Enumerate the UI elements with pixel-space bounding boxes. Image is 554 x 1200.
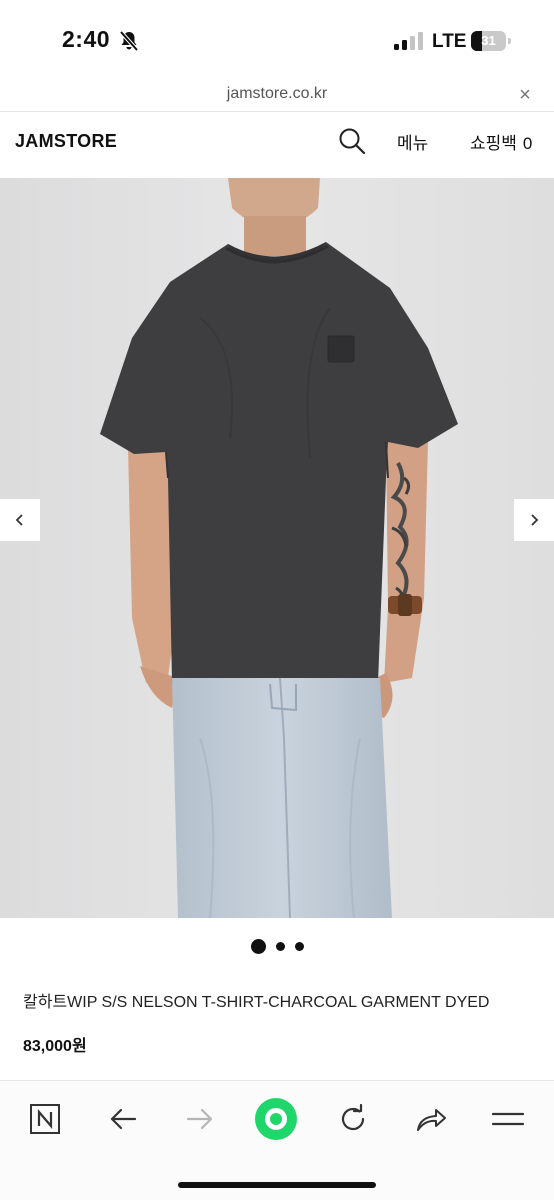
- green-home-icon: [255, 1098, 297, 1140]
- site-logo[interactable]: JAMSTORE: [15, 131, 117, 152]
- product-price: 83,000원: [23, 1038, 87, 1055]
- forward-arrow-icon: [186, 1108, 213, 1130]
- back-button[interactable]: [101, 1097, 145, 1141]
- naver-icon: [30, 1104, 60, 1134]
- menu-toolbar-button[interactable]: [486, 1097, 530, 1141]
- search-icon[interactable]: [337, 126, 367, 156]
- carousel-dot[interactable]: [294, 941, 304, 951]
- close-icon[interactable]: ×: [513, 84, 537, 106]
- share-button[interactable]: [409, 1097, 453, 1141]
- naver-button[interactable]: [23, 1097, 67, 1141]
- carousel-dot[interactable]: [250, 938, 266, 954]
- menu-icon: [492, 1112, 524, 1126]
- carousel-dot[interactable]: [275, 941, 285, 951]
- share-icon: [417, 1109, 446, 1131]
- chevron-right-icon: [531, 514, 539, 526]
- green-home-button[interactable]: [254, 1097, 298, 1141]
- menu-button[interactable]: 메뉴: [397, 129, 428, 154]
- battery-level: 31: [481, 33, 496, 48]
- reload-button[interactable]: [331, 1097, 375, 1141]
- status-bar: 2:40 LTE 31: [0, 0, 554, 80]
- site-header: JAMSTORE 메뉴 쇼핑백 0: [0, 112, 554, 178]
- url-text[interactable]: jamstore.co.kr: [0, 85, 554, 103]
- product-photo-illustration: [0, 178, 554, 918]
- product-name: 칼하트WIP S/S NELSON T-SHIRT-CHARCOAL GARME…: [23, 994, 490, 1011]
- network-type: LTE: [432, 31, 467, 52]
- browser-toolbar: [0, 1080, 554, 1200]
- carousel-prev-button[interactable]: [0, 499, 40, 541]
- signal-icon: [394, 32, 423, 50]
- reload-icon: [341, 1103, 365, 1131]
- product-image[interactable]: [0, 178, 554, 918]
- cart-button[interactable]: 쇼핑백 0: [470, 129, 532, 154]
- forward-button[interactable]: [178, 1097, 222, 1141]
- bell-slash-icon: [119, 30, 139, 52]
- back-arrow-icon: [110, 1108, 137, 1130]
- status-time: 2:40: [62, 26, 111, 52]
- battery-icon: 31: [471, 31, 511, 51]
- cart-count: 0: [522, 134, 533, 153]
- browser-url-bar[interactable]: jamstore.co.kr ×: [0, 80, 554, 112]
- carousel-next-button[interactable]: [514, 499, 554, 541]
- home-indicator[interactable]: [178, 1182, 376, 1188]
- chevron-left-icon: [15, 514, 23, 526]
- cart-label: 쇼핑백: [470, 134, 517, 153]
- carousel-pagination: [0, 936, 554, 956]
